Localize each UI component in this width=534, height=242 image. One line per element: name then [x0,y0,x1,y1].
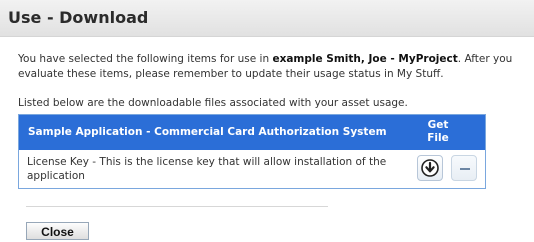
asset-title: Sample Application - Commercial Card Aut… [28,126,387,138]
intro-text: You have selected the following items fo… [18,52,530,82]
intro-text-start: You have selected the following items fo… [18,53,273,65]
divider [26,206,328,207]
download-button[interactable] [417,155,443,181]
close-button[interactable]: Close [26,222,89,240]
files-table: Sample Application - Commercial Card Aut… [18,114,486,189]
files-intro-text: Listed below are the downloadable files … [18,97,408,109]
download-dialog: Use - Download You have selected the fol… [0,0,534,242]
dialog-titlebar: Use - Download [0,0,534,37]
file-description: License Key - This is the license key th… [27,156,387,182]
files-table-header: Sample Application - Commercial Card Aut… [19,115,485,150]
project-name: example Smith, Joe - MyProject [272,53,458,65]
remove-button[interactable] [451,155,477,181]
get-file-header: Get File [427,119,449,144]
dialog-title: Use - Download [8,8,149,27]
file-row: License Key - This is the license key th… [19,150,485,188]
